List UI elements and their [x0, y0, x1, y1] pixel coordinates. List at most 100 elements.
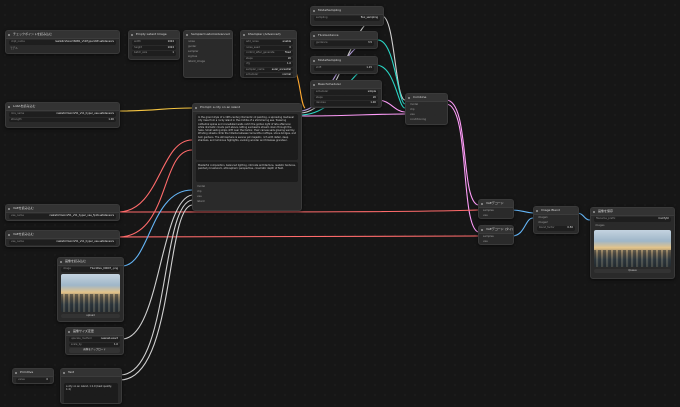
node-title: Empty Latent Image [129, 31, 179, 39]
sampler-name-widget[interactable]: sampler_name euler_ancestral [244, 67, 293, 72]
wire-latent-out [445, 99, 479, 206]
filename-prefix-widget[interactable]: filename_prefix ComfyUI [594, 217, 671, 222]
steps-widget[interactable]: steps 20 [314, 95, 378, 100]
node-canvas[interactable]: チェックポイントを読み込む ckpt_name realisticVisionV… [0, 0, 680, 407]
node-model-sampling-2[interactable]: ModelSampling shift 1.15 [310, 56, 378, 74]
upload-button[interactable]: upload [61, 313, 120, 318]
value-widget[interactable]: value 0 [16, 378, 50, 383]
wire-vae-in [117, 149, 193, 238]
node-guidance[interactable]: FluxGuidance guidance 3.5 [310, 31, 378, 49]
wire-img-2 [511, 217, 534, 237]
upload-button[interactable]: 画像をアップロード [69, 348, 120, 353]
node-title: VAEデコード (タイル) [479, 226, 513, 234]
node-vae-decode-2[interactable]: VAEデコード (タイル) samples vae [478, 225, 514, 245]
guidance-widget[interactable]: guidance 3.5 [314, 41, 374, 46]
widget-label: width [134, 40, 141, 43]
wire-clip-in [117, 139, 193, 213]
widget-label: value [18, 378, 25, 381]
node-image-blend[interactable]: Image Blend image1 image2 blend_factor 0.… [533, 206, 579, 234]
upscale-method-widget[interactable]: upscale_method nearest-exact [69, 337, 120, 342]
node-title: Combine [406, 94, 447, 102]
shift-widget[interactable]: shift 1.15 [314, 66, 374, 71]
node-checkpoint-loader[interactable]: チェックポイントを読み込む ckpt_name realisticVisionV… [5, 30, 120, 54]
height-widget[interactable]: height 1024 [132, 45, 176, 50]
vae-name-widget[interactable]: vae_name realisticVisionV51_v51_hyper_vae… [9, 214, 116, 219]
vae-name-widget[interactable]: vae_name realisticVisionV51_v51_hyper_vae… [9, 240, 116, 245]
sampling-widget[interactable]: sampling flux_sampling [314, 16, 380, 21]
prompt-textarea[interactable]: In the grand style of a 19th-century Rom… [196, 114, 298, 160]
batch-widget[interactable]: batch_size 1 [132, 51, 176, 56]
node-vae-loader-1[interactable]: VAEを読み込む vae_name realisticVisionV51_v51_… [5, 204, 120, 221]
widget-value: 1.15 [366, 66, 372, 69]
noise-seed-widget[interactable]: noise_seed 0 [244, 45, 293, 50]
node-lora-loader[interactable]: LoRAを読み込む lora_name realisticVisionV51_v5… [5, 102, 120, 128]
widget-value: realisticVisionV51_v51_hyper_vae_fp16.sa… [49, 214, 114, 217]
node-text[interactable]: Text a city on an island, 1:1.9 (best qu… [60, 368, 122, 404]
widget-value: flux_sampling [360, 16, 378, 19]
node-save-image[interactable]: 画像を保存 filename_prefix ComfyUI images Queu… [590, 207, 675, 279]
node-title: 画像を読み込む [58, 258, 123, 266]
widget-label: sampling [316, 16, 328, 19]
node-title: 画像サイズ変更 [66, 328, 123, 336]
widget-label: ckpt_name [11, 40, 25, 43]
ckpt-name-widget[interactable]: ckpt_name realisticVisionV60B1_v51HyperV… [9, 40, 116, 45]
node-primitive[interactable]: Primitive value 0 [12, 368, 54, 384]
widget-value: ComfyUI [658, 217, 669, 220]
node-vae-decode-1[interactable]: VAEデコード samples vae [478, 199, 514, 219]
image-widget[interactable]: image Flux1Dev_00007_.png [61, 267, 120, 272]
control-widget[interactable]: control_after_generate fixed [244, 51, 293, 56]
input-row: image2 [534, 220, 578, 225]
widget-value: 20 [287, 56, 291, 60]
output-label: latent [197, 200, 205, 203]
widget-label: scheduler [316, 90, 329, 93]
node-empty-latent[interactable]: Empty Latent Image width 1024 height 1024 … [128, 30, 180, 60]
text-textarea[interactable]: a city on an island, 1:1.9 (best quality… [64, 383, 118, 403]
prompt-textarea-2[interactable]: Masterful composition, balanced lighting… [196, 162, 298, 182]
widget-value: 3.5 [368, 41, 372, 44]
scheduler-widget[interactable]: scheduler normal [244, 73, 293, 77]
node-model-sampling[interactable]: ModelSampling sampling flux_sampling [310, 6, 384, 26]
input-row: conditioning [406, 117, 447, 122]
node-title: Primitive [13, 369, 53, 377]
node-title: VAEを読み込む [6, 205, 119, 213]
width-widget[interactable]: width 1024 [132, 40, 176, 45]
queue-button[interactable]: Queue [594, 268, 671, 273]
node-combine[interactable]: Combine model clip vae conditioning [405, 93, 448, 125]
input-row: vae [479, 239, 513, 244]
node-title: FluxGuidance [311, 32, 377, 40]
node-title: 画像を保存 [591, 208, 674, 216]
lora-name-widget[interactable]: lora_name realisticVisionV51_v51_hyper_va… [9, 112, 116, 117]
input-label: latent_image [188, 60, 205, 63]
widget-value: 1024 [167, 45, 174, 49]
input-label: vae [483, 240, 488, 243]
node-load-image[interactable]: 画像を読み込む image Flux1Dev_00007_.png upload [57, 257, 124, 322]
image-preview [61, 273, 120, 312]
widget-value: 1024 [167, 40, 174, 43]
wire-text-2 [119, 204, 193, 381]
node-prompt[interactable]: Prompt: a city on an island In the grand… [192, 103, 302, 211]
strength-widget[interactable]: strength 1.00 [9, 117, 116, 122]
prompt-text: In the grand style of a 19th-century Rom… [198, 116, 296, 143]
node-scheduler[interactable]: BasicScheduler scheduler simple steps 20 d… [310, 80, 382, 108]
node-ksampler[interactable]: KSampler (Advanced) add_noise enable nois… [240, 30, 297, 78]
scheduler-widget[interactable]: scheduler simple [314, 90, 378, 95]
steps-widget[interactable]: steps 20 [244, 56, 293, 61]
denoise-widget[interactable]: denoise 1.00 [314, 101, 378, 106]
node-title: ModelSampling [311, 7, 383, 15]
text-content: a city on an island, 1:1.9 (best quality… [66, 385, 113, 392]
blend-factor-widget[interactable]: blend_factor 0.50 [537, 226, 575, 231]
wire-latent [299, 113, 406, 117]
widget-value: realisticVisionV51_v51_hyper_vae.safeten… [56, 112, 114, 115]
node-vae-loader-2[interactable]: VAEを読み込む vae_name realisticVisionV51_v51_… [5, 230, 120, 247]
wire-vae-2 [117, 235, 479, 238]
node-resize[interactable]: 画像サイズ変更 upscale_method nearest-exact scal… [65, 327, 124, 355]
widget-value: 1.00 [370, 101, 376, 104]
city-painting [594, 229, 671, 267]
wire-ksampler-2 [377, 39, 406, 105]
cfg-widget[interactable]: cfg 1.0 [244, 62, 293, 67]
scale-by-widget[interactable]: scale_by 1.0 [69, 342, 120, 347]
node-title: ModelSampling [311, 57, 377, 65]
widget-value: 0 [289, 45, 291, 49]
node-sampler-custom[interactable]: SamplerCustomAdvanced noise guider sampl… [183, 30, 233, 78]
add-noise-widget[interactable]: add_noise enable [244, 40, 293, 45]
